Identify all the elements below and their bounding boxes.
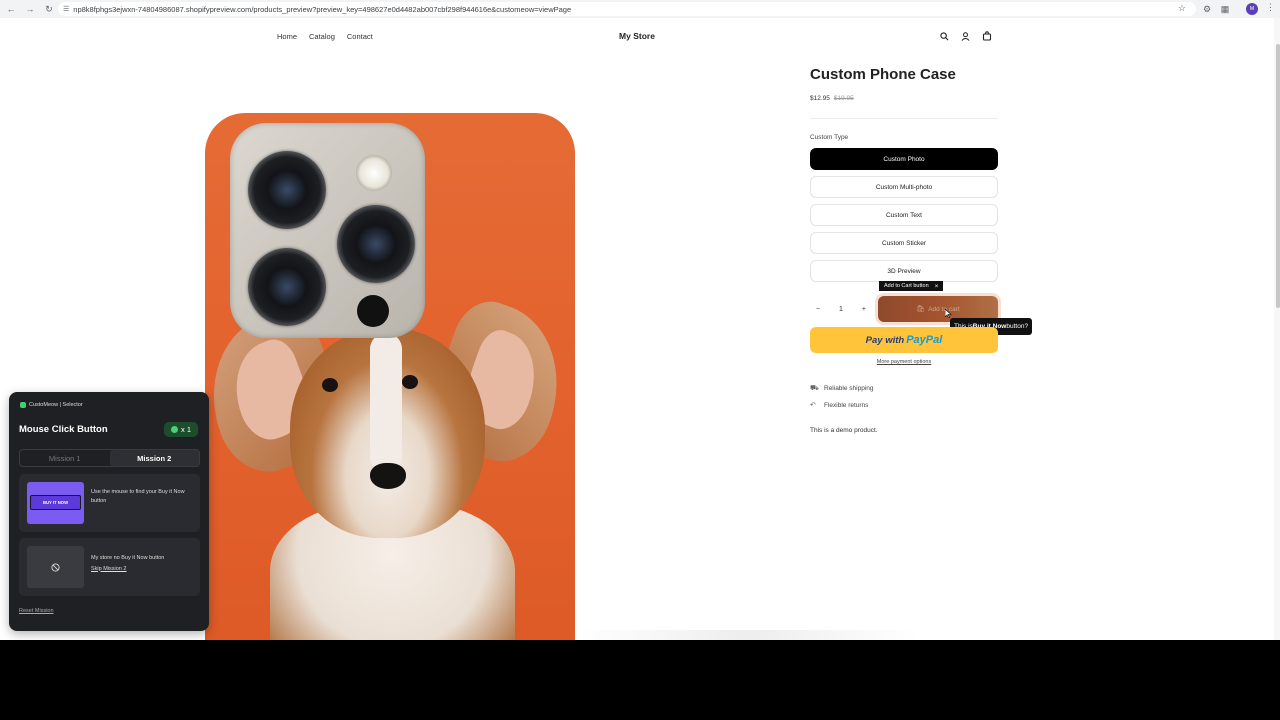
- compare-price: $19.95: [833, 95, 854, 102]
- tooltip-suffix: button?: [1006, 323, 1029, 330]
- camera-lens-bottom: [248, 248, 326, 326]
- forward-icon[interactable]: →: [22, 1, 38, 17]
- nav-contact[interactable]: Contact: [347, 32, 373, 41]
- letterbox: [0, 640, 1280, 720]
- reset-mission-link[interactable]: Reset Mission: [19, 608, 54, 614]
- browser-menu-icon[interactable]: ⋮: [1266, 2, 1275, 13]
- paypal-prefix: Pay with: [865, 334, 905, 346]
- mission-card-skip: My store no Buy it Now button Skip Missi…: [19, 538, 200, 596]
- divider: [810, 118, 998, 119]
- feature-shipping: ⛟ Reliable shipping: [810, 384, 874, 393]
- browser-toolbar: ← → ↻ ☰ np8k8fphgs3ejwxn-74804986087.sho…: [0, 0, 1280, 18]
- reload-icon[interactable]: ↻: [41, 1, 57, 17]
- tab-mission-1[interactable]: Mission 1: [20, 450, 110, 466]
- nav-home[interactable]: Home: [277, 32, 297, 41]
- back-icon[interactable]: ←: [3, 1, 19, 17]
- bag-icon: 🛍: [916, 306, 926, 313]
- tab-mission-2[interactable]: Mission 2: [109, 450, 199, 466]
- bookmark-star-icon[interactable]: ☆: [1178, 3, 1186, 14]
- panel-title: Mouse Click Button: [19, 424, 108, 435]
- mission-tabs: Mission 1 Mission 2: [19, 449, 200, 467]
- mission-card-find-button: BUY IT NOW Use the mouse to find your Bu…: [19, 474, 200, 532]
- camera-flash: [356, 155, 392, 191]
- card-skip-message: My store no Buy it Now button: [91, 555, 165, 561]
- dog-blaze: [370, 333, 402, 473]
- bottom-shadow: [575, 630, 920, 640]
- address-bar[interactable]: ☰ np8k8fphgs3ejwxn-74804986087.shopifypr…: [58, 2, 1196, 16]
- feature-returns-label: Flexible returns: [824, 401, 869, 409]
- nav-catalog[interactable]: Catalog: [309, 32, 335, 41]
- feature-shipping-label: Reliable shipping: [824, 385, 874, 392]
- quantity-stepper: − 1 +: [810, 298, 872, 320]
- panel-brand: CustoMeow | Selector: [20, 402, 83, 408]
- click-count-badge: x 1: [164, 422, 198, 437]
- paypal-button[interactable]: Pay with PayPal: [810, 327, 998, 353]
- feature-returns: ↶ Flexible returns: [810, 401, 869, 410]
- card-instruction: Use the mouse to find your Buy it Now bu…: [91, 489, 185, 504]
- skip-mission-link[interactable]: Skip Mission 2: [91, 565, 195, 574]
- option-custom-multi-photo[interactable]: Custom Multi-photo: [810, 176, 998, 198]
- option-custom-text[interactable]: Custom Text: [810, 204, 998, 226]
- dog-eye-right: [402, 375, 418, 389]
- camera-lidar: [357, 295, 389, 327]
- camera-lens-right: [337, 205, 415, 283]
- qty-value[interactable]: 1: [839, 306, 843, 313]
- price-row: $12.95 $19.95: [810, 95, 854, 102]
- selector-tag: Add to Cart button ×: [879, 281, 944, 291]
- customeow-logo-icon: [20, 402, 26, 408]
- extension-icon[interactable]: ⚙: [1200, 2, 1214, 16]
- option-label: Custom Type: [810, 134, 849, 141]
- profile-avatar[interactable]: M: [1246, 3, 1258, 15]
- store-title[interactable]: My Store: [600, 31, 674, 41]
- browser-viewport: ← → ↻ ☰ np8k8fphgs3ejwxn-74804986087.sho…: [0, 0, 1280, 640]
- option-custom-photo[interactable]: Custom Photo: [810, 148, 998, 170]
- paypal-logo: PayPal: [906, 334, 943, 346]
- cart-icon[interactable]: [981, 30, 993, 42]
- click-count-text: x 1: [180, 425, 191, 434]
- selector-tag-text: Add to Cart button: [884, 283, 929, 289]
- option-custom-sticker[interactable]: Custom Sticker: [810, 232, 998, 254]
- qty-increase-button[interactable]: +: [862, 306, 866, 313]
- account-icon[interactable]: [959, 30, 971, 42]
- camera-lens-top: [248, 151, 326, 229]
- product-description: This is a demo product.: [810, 427, 878, 434]
- card-skip-text: My store no Buy it Now button Skip Missi…: [91, 554, 195, 573]
- card-thumbnail-empty: [27, 546, 84, 588]
- selector-panel: CustoMeow | Selector Mouse Click Button …: [9, 392, 209, 631]
- option-3d-preview[interactable]: 3D Preview: [810, 260, 998, 282]
- site-info-icon[interactable]: ☰: [63, 5, 69, 13]
- buy-it-now-preview: BUY IT NOW: [30, 495, 81, 510]
- product-title: Custom Phone Case: [810, 66, 956, 83]
- dog-eye-left: [322, 378, 338, 392]
- search-icon[interactable]: [938, 30, 950, 42]
- add-to-cart-label: Add to cart: [928, 305, 960, 313]
- scrollbar-thumb[interactable]: [1276, 44, 1280, 308]
- extensions-puzzle-icon[interactable]: ▦: [1218, 2, 1232, 16]
- qty-decrease-button[interactable]: −: [816, 306, 820, 313]
- camera-module: [230, 123, 425, 338]
- close-icon[interactable]: ×: [935, 283, 939, 290]
- store-nav: Home Catalog Contact: [277, 32, 373, 41]
- more-payment-options-link[interactable]: More payment options: [810, 359, 998, 365]
- return-arrow-icon: ↶: [810, 402, 816, 409]
- mouse-cursor-icon: [945, 309, 952, 318]
- no-entry-icon: [51, 562, 60, 572]
- panel-brand-text: CustoMeow | Selector: [29, 402, 83, 408]
- dog-nose: [370, 463, 406, 489]
- price: $12.95: [810, 95, 830, 102]
- click-icon: [170, 426, 178, 433]
- card-thumbnail: BUY IT NOW: [27, 482, 84, 524]
- product-image: [205, 113, 575, 640]
- truck-icon: ⛟: [810, 385, 819, 392]
- url-text: np8k8fphgs3ejwxn-74804986087.shopifyprev…: [73, 4, 572, 14]
